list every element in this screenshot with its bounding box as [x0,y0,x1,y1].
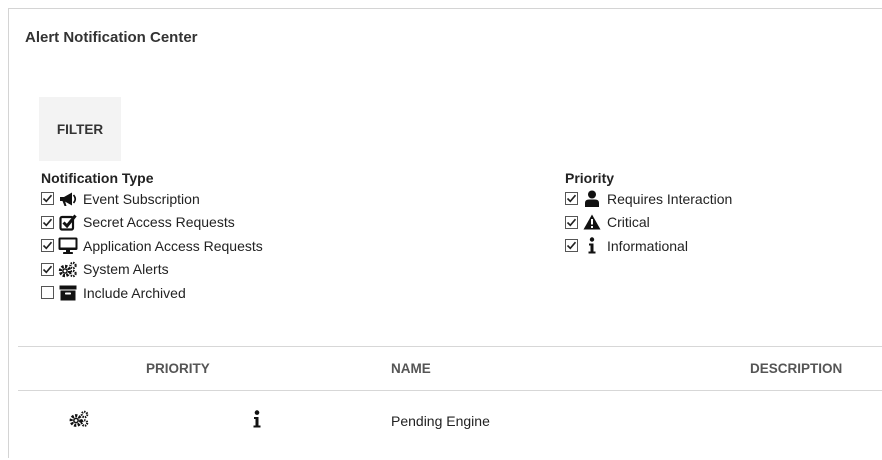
critical-checkbox[interactable] [565,215,578,229]
option-include-archived[interactable]: Include Archived [41,281,263,305]
info-icon [582,237,602,255]
column-header-name[interactable]: NAME [391,361,431,376]
column-header-priority[interactable]: PRIORITY [146,361,210,376]
option-informational[interactable]: Informational [565,234,732,258]
table-header: PRIORITY NAME DESCRIPTION [18,347,882,391]
page-title: Alert Notification Center [25,29,198,46]
secret-access-requests-label: Secret Access Requests [83,214,235,231]
notification-type-title: Notification Type [41,170,154,186]
row-name: Pending Engine [391,413,490,429]
archive-icon [58,284,78,302]
table-row[interactable]: Pending Engine [18,392,882,450]
secret-access-requests-checkbox[interactable] [41,215,54,229]
cogs-icon [68,410,90,433]
system-alerts-checkbox[interactable] [41,262,54,276]
application-access-requests-checkbox[interactable] [41,239,54,253]
column-header-description[interactable]: DESCRIPTION [750,361,842,376]
option-event-subscription[interactable]: Event Subscription [41,187,263,211]
include-archived-checkbox[interactable] [41,286,54,300]
event-subscription-label: Event Subscription [83,190,200,207]
option-application-access-requests[interactable]: Application Access Requests [41,234,263,258]
filter-button[interactable]: FILTER [39,97,121,161]
warning-icon [582,213,602,231]
informational-label: Informational [607,237,688,254]
alerts-table: PRIORITY NAME DESCRIPTION Pending Engine [18,346,882,450]
requires-interaction-checkbox[interactable] [565,192,578,206]
priority-title: Priority [565,170,615,186]
cogs-icon [58,260,78,278]
priority-group: Priority Requires Interaction Critical I… [565,169,732,258]
application-access-requests-label: Application Access Requests [83,237,263,254]
event-subscription-checkbox[interactable] [41,192,54,206]
desktop-icon [58,237,78,255]
include-archived-label: Include Archived [83,284,186,301]
info-icon [252,410,262,433]
system-alerts-label: System Alerts [83,261,169,278]
option-system-alerts[interactable]: System Alerts [41,258,263,282]
check-square-icon [58,213,78,231]
option-secret-access-requests[interactable]: Secret Access Requests [41,211,263,235]
option-critical[interactable]: Critical [565,211,732,235]
notification-type-group: Notification Type Event Subscription Sec… [41,169,263,305]
user-icon [582,190,602,208]
requires-interaction-label: Requires Interaction [607,190,733,207]
megaphone-icon [58,190,78,208]
critical-label: Critical [607,214,650,231]
informational-checkbox[interactable] [565,239,578,253]
option-requires-interaction[interactable]: Requires Interaction [565,187,732,211]
